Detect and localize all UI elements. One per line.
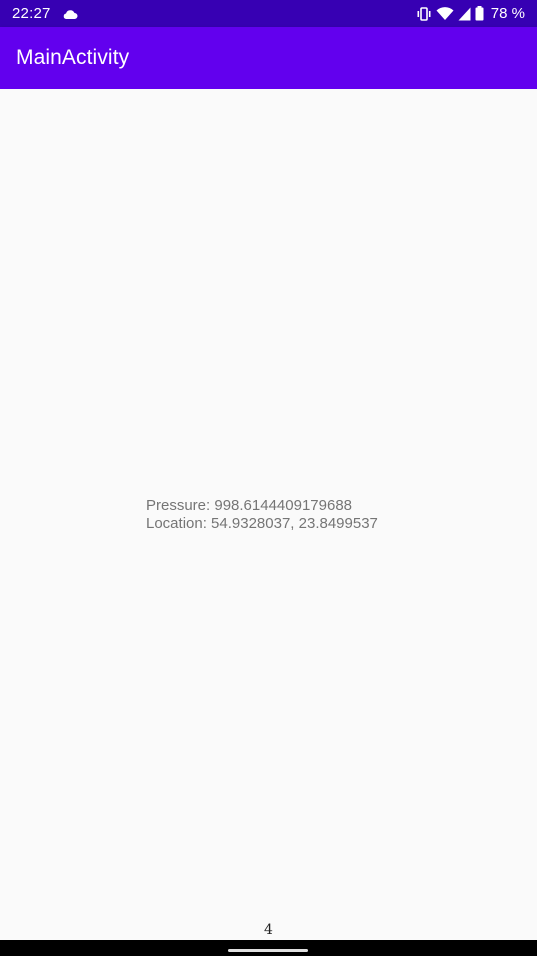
app-title: MainActivity [16,46,130,69]
cloud-icon [62,7,78,19]
pressure-text: Pressure: 998.6144409179688 [146,497,353,514]
vibrate-icon [416,6,432,21]
sensor-readout: Pressure: 998.6144409179688 Location: 54… [146,497,378,533]
status-icons: 78 % [416,0,525,27]
app-bar: MainActivity [0,27,537,89]
battery-icon [475,6,484,21]
wifi-icon [436,6,454,21]
battery-percent: 78 % [490,5,525,22]
status-time: 22:27 [12,5,51,22]
navigation-bar [0,940,537,956]
cell-signal-icon [458,7,471,21]
location-text: Location: 54.9328037, 23.8499537 [146,515,378,532]
status-bar: 22:27 78 % [0,0,537,27]
page-number: 4 [264,922,273,938]
home-gesture-handle[interactable] [228,949,308,952]
main-content: Pressure: 998.6144409179688 Location: 54… [0,89,537,940]
